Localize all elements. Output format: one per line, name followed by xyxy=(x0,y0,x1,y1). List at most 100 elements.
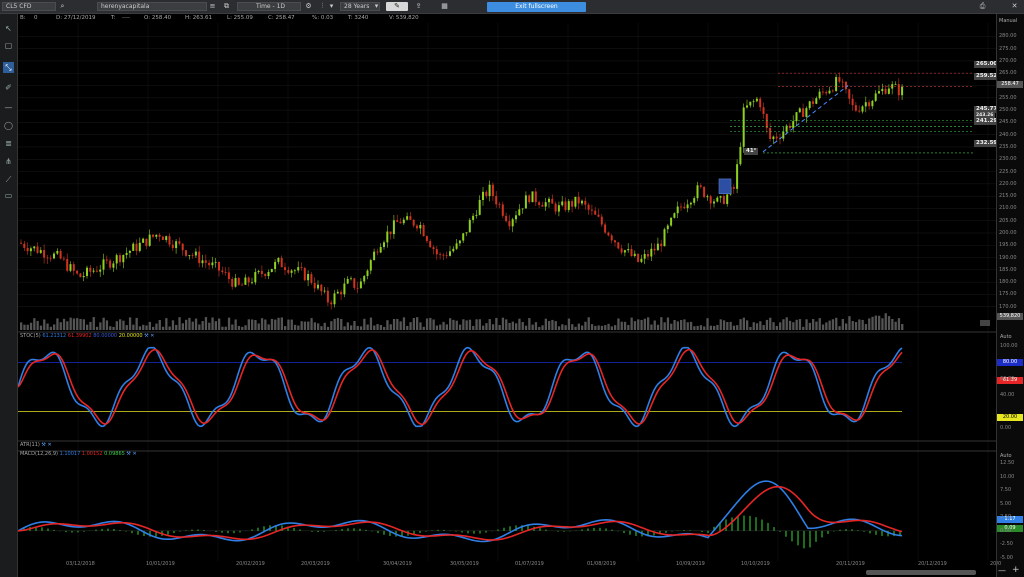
rectangle-select-icon[interactable]: ▢ xyxy=(3,40,14,51)
candle-body xyxy=(808,101,811,109)
candle-body xyxy=(709,196,712,204)
candle-body xyxy=(680,206,682,208)
volume-bar xyxy=(670,323,673,330)
ellipse-tool-icon[interactable]: ◯ xyxy=(3,120,14,131)
brush-tool-icon[interactable]: ✐ xyxy=(3,82,14,93)
volume-bar xyxy=(666,317,670,330)
candle-body xyxy=(663,229,666,247)
fibonacci-tool-icon[interactable]: ≣ xyxy=(3,138,14,149)
price-tick-label: 170.00 xyxy=(999,303,1017,310)
volume-bar xyxy=(350,325,353,330)
volume-bar xyxy=(373,325,376,330)
candle-body xyxy=(686,204,689,209)
gear-icon[interactable]: ⚙ xyxy=(304,2,313,11)
volume-bar xyxy=(168,326,171,330)
candle-body xyxy=(802,108,805,117)
volume-bar xyxy=(49,326,52,330)
volume-bar xyxy=(828,320,831,330)
volume-bar xyxy=(524,325,528,330)
timeframe-select[interactable]: Time - 1D xyxy=(237,2,301,11)
volume-bar xyxy=(46,323,49,330)
atr-settings-icon[interactable]: ⚒ ✕ xyxy=(41,442,51,448)
volume-bar xyxy=(429,317,432,330)
volume-bar xyxy=(749,326,752,330)
candle-body xyxy=(72,264,75,271)
price-tick-label: 220.00 xyxy=(999,180,1017,187)
volume-bar xyxy=(538,326,541,330)
copy-icon[interactable]: ⧉ xyxy=(222,2,231,11)
volume-bar xyxy=(402,317,406,330)
horizontal-scrollbar[interactable] xyxy=(866,570,976,575)
candle-body xyxy=(851,98,854,106)
atr-title-name: ATR(11) xyxy=(20,442,40,448)
candle-body xyxy=(557,205,560,212)
exit-fullscreen-button[interactable]: Exit fullscreen xyxy=(487,2,586,12)
volume-bar xyxy=(59,322,62,330)
candle-body xyxy=(643,254,646,259)
measure-tool-icon[interactable]: ⤡ xyxy=(3,62,14,73)
volume-bar xyxy=(389,324,392,330)
volume-bar xyxy=(788,320,792,330)
volume-bar xyxy=(600,325,604,330)
macd-axis-mode[interactable]: Auto xyxy=(1000,453,1012,459)
candle-body xyxy=(198,251,201,264)
candle-body xyxy=(752,101,755,103)
stoch-d-line xyxy=(18,348,903,426)
stoch-settings-icon[interactable]: ⚒ ✕ xyxy=(144,333,154,339)
candle-body xyxy=(277,257,280,262)
range-chevron-icon[interactable]: ▾ xyxy=(372,2,381,11)
volume-bar xyxy=(732,325,736,330)
candle-body xyxy=(152,234,154,237)
chart-canvas[interactable] xyxy=(18,23,996,561)
symbol-field[interactable]: CL5 CFD xyxy=(2,2,56,11)
horizontal-line-icon[interactable]: — xyxy=(3,102,14,113)
symbol-search-icon[interactable]: ⌕ xyxy=(58,2,67,11)
cursor-tool-icon[interactable]: ↖ xyxy=(3,23,14,34)
stoch-axis-mode[interactable]: Auto xyxy=(1000,334,1012,340)
close-icon[interactable]: ✕ xyxy=(1010,2,1019,11)
volume-bar xyxy=(722,320,726,330)
pitchfork-tool-icon[interactable]: ⋔ xyxy=(3,156,14,167)
candle-body xyxy=(343,283,346,295)
layout-icon-2[interactable]: ⎙ xyxy=(978,2,987,11)
volume-bar xyxy=(531,324,534,330)
volume-bar xyxy=(478,319,481,330)
volume-bar xyxy=(79,318,82,330)
candle-body xyxy=(475,214,478,216)
share-icon[interactable]: ⇪ xyxy=(414,2,423,11)
volume-bar xyxy=(455,320,458,330)
candle-body xyxy=(323,290,326,292)
trendline-tool-icon[interactable]: ⟋ xyxy=(3,174,14,185)
account-field[interactable]: herenyacapitala xyxy=(97,2,207,11)
volume-bar xyxy=(293,324,297,330)
atr-title: ATR(11) ⚒ ✕ xyxy=(20,442,52,448)
time-tick-label: 01/08/2019 xyxy=(587,561,616,567)
volume-bar xyxy=(713,325,716,330)
account-menu-icon[interactable]: ≡ xyxy=(208,2,217,11)
volume-bar xyxy=(699,325,703,330)
volume-bar xyxy=(798,319,802,330)
draw-pencil-icon[interactable]: ✎ xyxy=(386,2,408,11)
ruler-tool-icon[interactable]: ▭ xyxy=(3,190,14,201)
indicators-icon[interactable]: ⫶ xyxy=(318,2,327,11)
volume-bar xyxy=(696,325,699,330)
chevron-down-icon[interactable]: ▾ xyxy=(327,2,336,11)
candle-body xyxy=(237,278,240,285)
stoch-tick-label: 100.00 xyxy=(1000,343,1018,349)
candle-body xyxy=(119,255,121,263)
volume-bar xyxy=(161,326,165,330)
macd-settings-icon[interactable]: ⚒ ✕ xyxy=(126,451,136,457)
price-axis-mode[interactable]: Manual xyxy=(999,18,1017,24)
candle-body xyxy=(59,250,62,259)
zoom-in-icon[interactable]: + xyxy=(1012,565,1020,575)
candle-body xyxy=(505,215,508,222)
volume-bar xyxy=(346,322,349,330)
candle-body xyxy=(491,184,494,197)
candle-body xyxy=(366,270,369,277)
zoom-out-icon[interactable]: — xyxy=(998,566,1006,575)
volume-bar xyxy=(119,319,122,330)
layout-icon[interactable]: ▦ xyxy=(440,2,449,11)
volume-bar xyxy=(653,320,656,330)
candle-body xyxy=(161,236,164,241)
candle-body xyxy=(386,231,389,243)
